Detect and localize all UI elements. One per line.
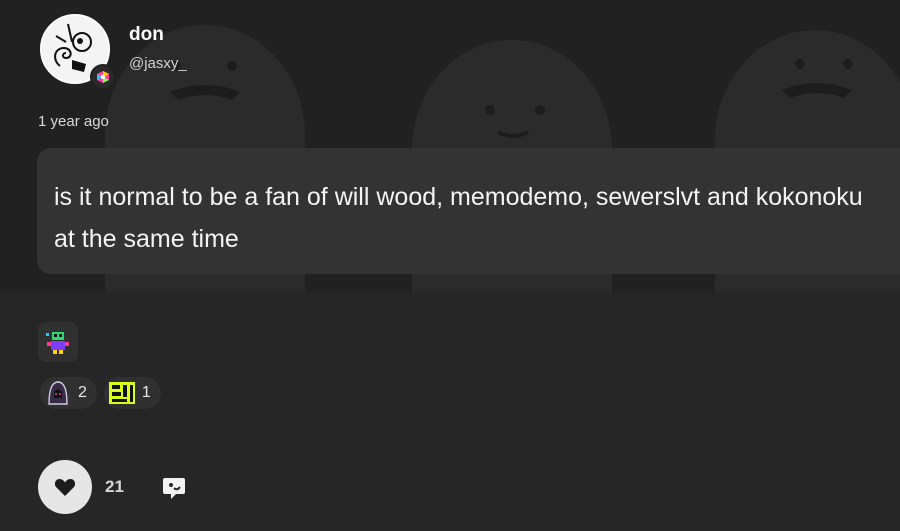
message-bubble: is it normal to be a fan of will wood, m… [37, 148, 900, 274]
reply-icon[interactable] [161, 475, 187, 501]
message-text: is it normal to be a fan of will wood, m… [54, 183, 863, 253]
author-display-name[interactable]: don [129, 24, 164, 46]
like-button[interactable] [38, 460, 92, 514]
author-avatar[interactable] [40, 14, 116, 90]
heart-icon [54, 479, 76, 496]
hooded-figure-emoji-icon [44, 379, 72, 407]
reaction-count: 1 [141, 384, 151, 401]
pixel-character-badge-icon [46, 332, 69, 354]
reactions-row: 2 1 [40, 377, 161, 409]
pixel-maze-emoji-icon [108, 379, 136, 407]
like-count: 21 [105, 477, 124, 496]
reaction-count: 2 [78, 384, 87, 401]
user-badge[interactable] [38, 322, 78, 362]
reaction-pixel-maze[interactable]: 1 [103, 377, 161, 409]
author-handle[interactable]: @jasxy_ [129, 55, 187, 72]
post-timestamp: 1 year ago [38, 113, 109, 130]
reaction-hooded-figure[interactable]: 2 [40, 377, 97, 409]
colorful-hexagon-badge-icon [90, 64, 116, 90]
